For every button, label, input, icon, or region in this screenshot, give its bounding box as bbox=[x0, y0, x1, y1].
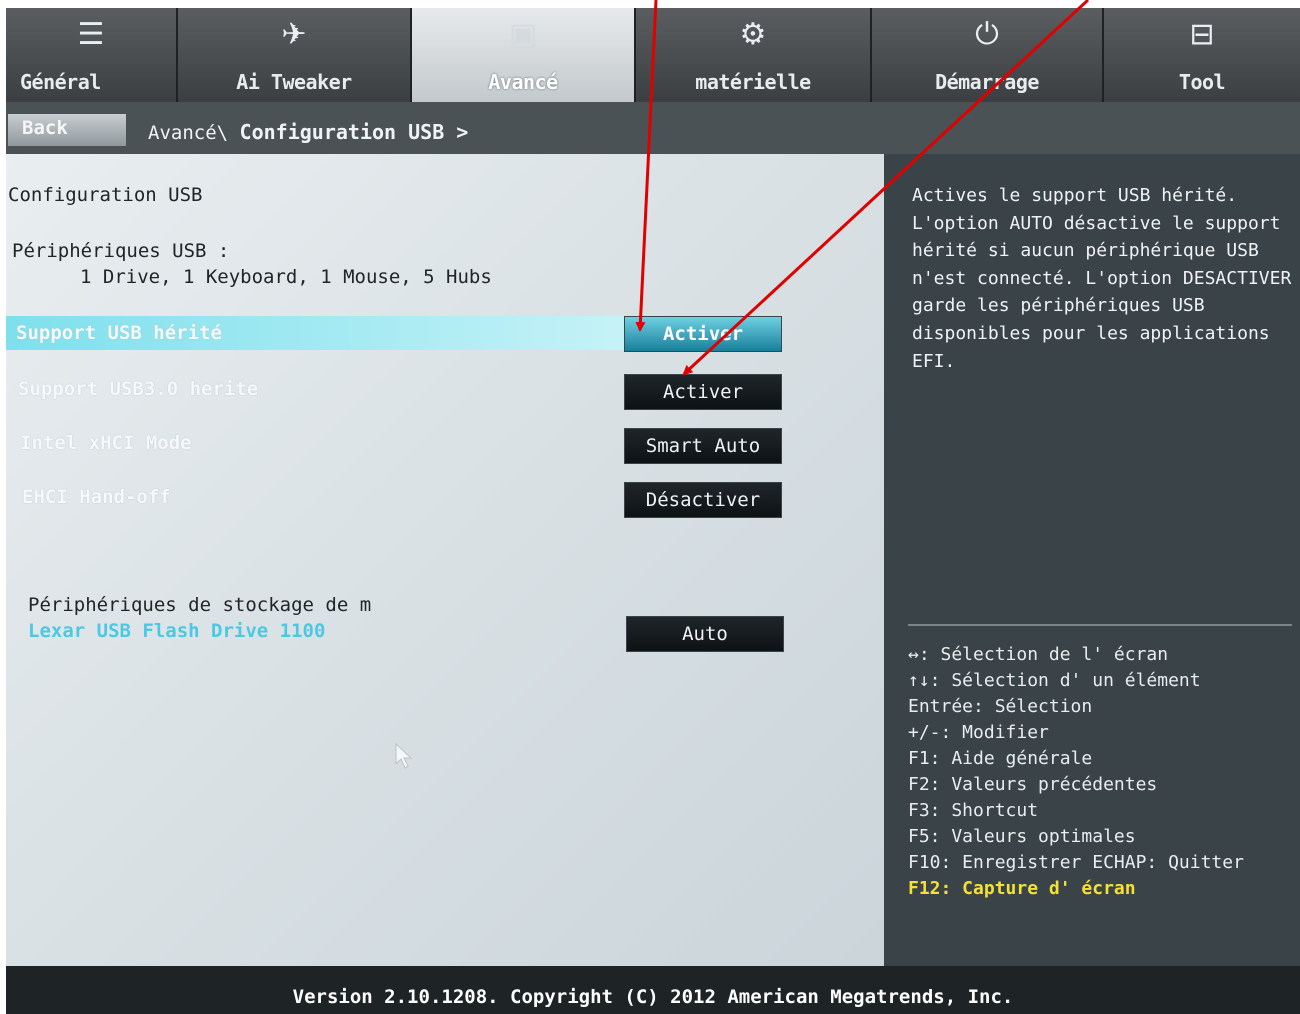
usb3-legacy-value-button[interactable]: Activer bbox=[624, 374, 782, 410]
xhci-mode-value-button[interactable]: Smart Auto bbox=[624, 428, 782, 464]
hardware-icon: ⚙ bbox=[739, 17, 767, 52]
usb-devices-value: 1 Drive, 1 Keyboard, 1 Mouse, 5 Hubs bbox=[80, 266, 492, 288]
tab-bar: ☰ Général ✈ Ai Tweaker ▣ Avancé ⚙ matéri… bbox=[6, 8, 1300, 102]
mouse-cursor-icon bbox=[395, 742, 413, 769]
hotkey-f1: F1: Aide générale bbox=[908, 748, 1093, 769]
storage-devices-label: Périphériques de stockage de m bbox=[28, 594, 372, 616]
tab-tool[interactable]: ⊟ Tool bbox=[1104, 8, 1300, 102]
breadcrumb-current: Configuration USB > bbox=[239, 120, 469, 144]
hotkey-item-select: ↑↓: Sélection d' un élément bbox=[908, 670, 1201, 691]
tab-hardware[interactable]: ⚙ matérielle bbox=[636, 8, 872, 102]
bios-screen: ☰ Général ✈ Ai Tweaker ▣ Avancé ⚙ matéri… bbox=[6, 8, 1300, 1014]
hotkey-f10-esc: F10: Enregistrer ECHAP: Quitter bbox=[908, 852, 1244, 873]
breadcrumb-parent[interactable]: Avancé\ bbox=[148, 122, 228, 144]
section-title: Configuration USB bbox=[8, 184, 203, 206]
hotkey-f5: F5: Valeurs optimales bbox=[908, 826, 1136, 847]
breadcrumb: Avancé\ Configuration USB > bbox=[148, 120, 468, 144]
legacy-usb-value-button[interactable]: Activer bbox=[624, 316, 782, 352]
breadcrumb-bar: Back Avancé\ Configuration USB > bbox=[6, 102, 1300, 154]
tab-advanced[interactable]: ▣ Avancé bbox=[412, 8, 636, 102]
toolbox-icon: ⊟ bbox=[1189, 17, 1215, 52]
list-icon: ☰ bbox=[77, 17, 105, 52]
hotkey-f3[interactable]: F3: Shortcut bbox=[908, 798, 1244, 824]
tab-ai-tweaker[interactable]: ✈ Ai Tweaker bbox=[178, 8, 412, 102]
help-description: Actives le support USB hérité. L'option … bbox=[912, 185, 1292, 372]
footer-bar: Version 2.10.1208. Copyright (C) 2012 Am… bbox=[6, 966, 1300, 1014]
usb-devices-label: Périphériques USB : bbox=[12, 240, 230, 262]
storage-device-name[interactable]: Lexar USB Flash Drive 1100 bbox=[28, 620, 325, 642]
hotkey-enter: Entrée: Sélection bbox=[908, 696, 1093, 717]
setting-legacy-usb-label[interactable]: Support USB hérité bbox=[16, 322, 222, 344]
hotkey-list: ↔: Sélection de l' écran ↑↓: Sélection d… bbox=[908, 642, 1244, 902]
help-panel: Actives le support USB hérité. L'option … bbox=[884, 154, 1300, 966]
version-text: Version 2.10.1208. Copyright (C) 2012 Am… bbox=[292, 986, 1014, 1008]
hotkey-f2: F2: Valeurs précédentes bbox=[908, 774, 1158, 795]
hotkey-f12: F12: Capture d' écran bbox=[908, 878, 1136, 899]
setting-ehci-handoff-label[interactable]: EHCI Hand-off bbox=[22, 486, 171, 508]
setting-xhci-mode-label[interactable]: Intel xHCI Mode bbox=[20, 432, 192, 454]
storage-device-value-button[interactable]: Auto bbox=[626, 616, 784, 652]
tab-general[interactable]: ☰ Général bbox=[6, 8, 178, 102]
advanced-icon: ▣ bbox=[508, 17, 538, 52]
hotkey-screen-select: ↔: Sélection de l' écran bbox=[908, 644, 1169, 665]
setting-usb3-legacy-label[interactable]: Support USB3.0 herite bbox=[18, 378, 258, 400]
hotkey-modify: +/-: Modifier bbox=[908, 722, 1049, 743]
settings-panel: Configuration USB Périphériques USB : 1 … bbox=[6, 154, 884, 966]
power-icon: ⏻ bbox=[975, 17, 999, 52]
help-divider bbox=[908, 624, 1292, 626]
tab-boot[interactable]: ⏻ Démarrage bbox=[872, 8, 1104, 102]
tweaker-icon: ✈ bbox=[281, 17, 307, 52]
ehci-handoff-value-button[interactable]: Désactiver bbox=[624, 482, 782, 518]
back-button[interactable]: Back bbox=[8, 114, 126, 146]
